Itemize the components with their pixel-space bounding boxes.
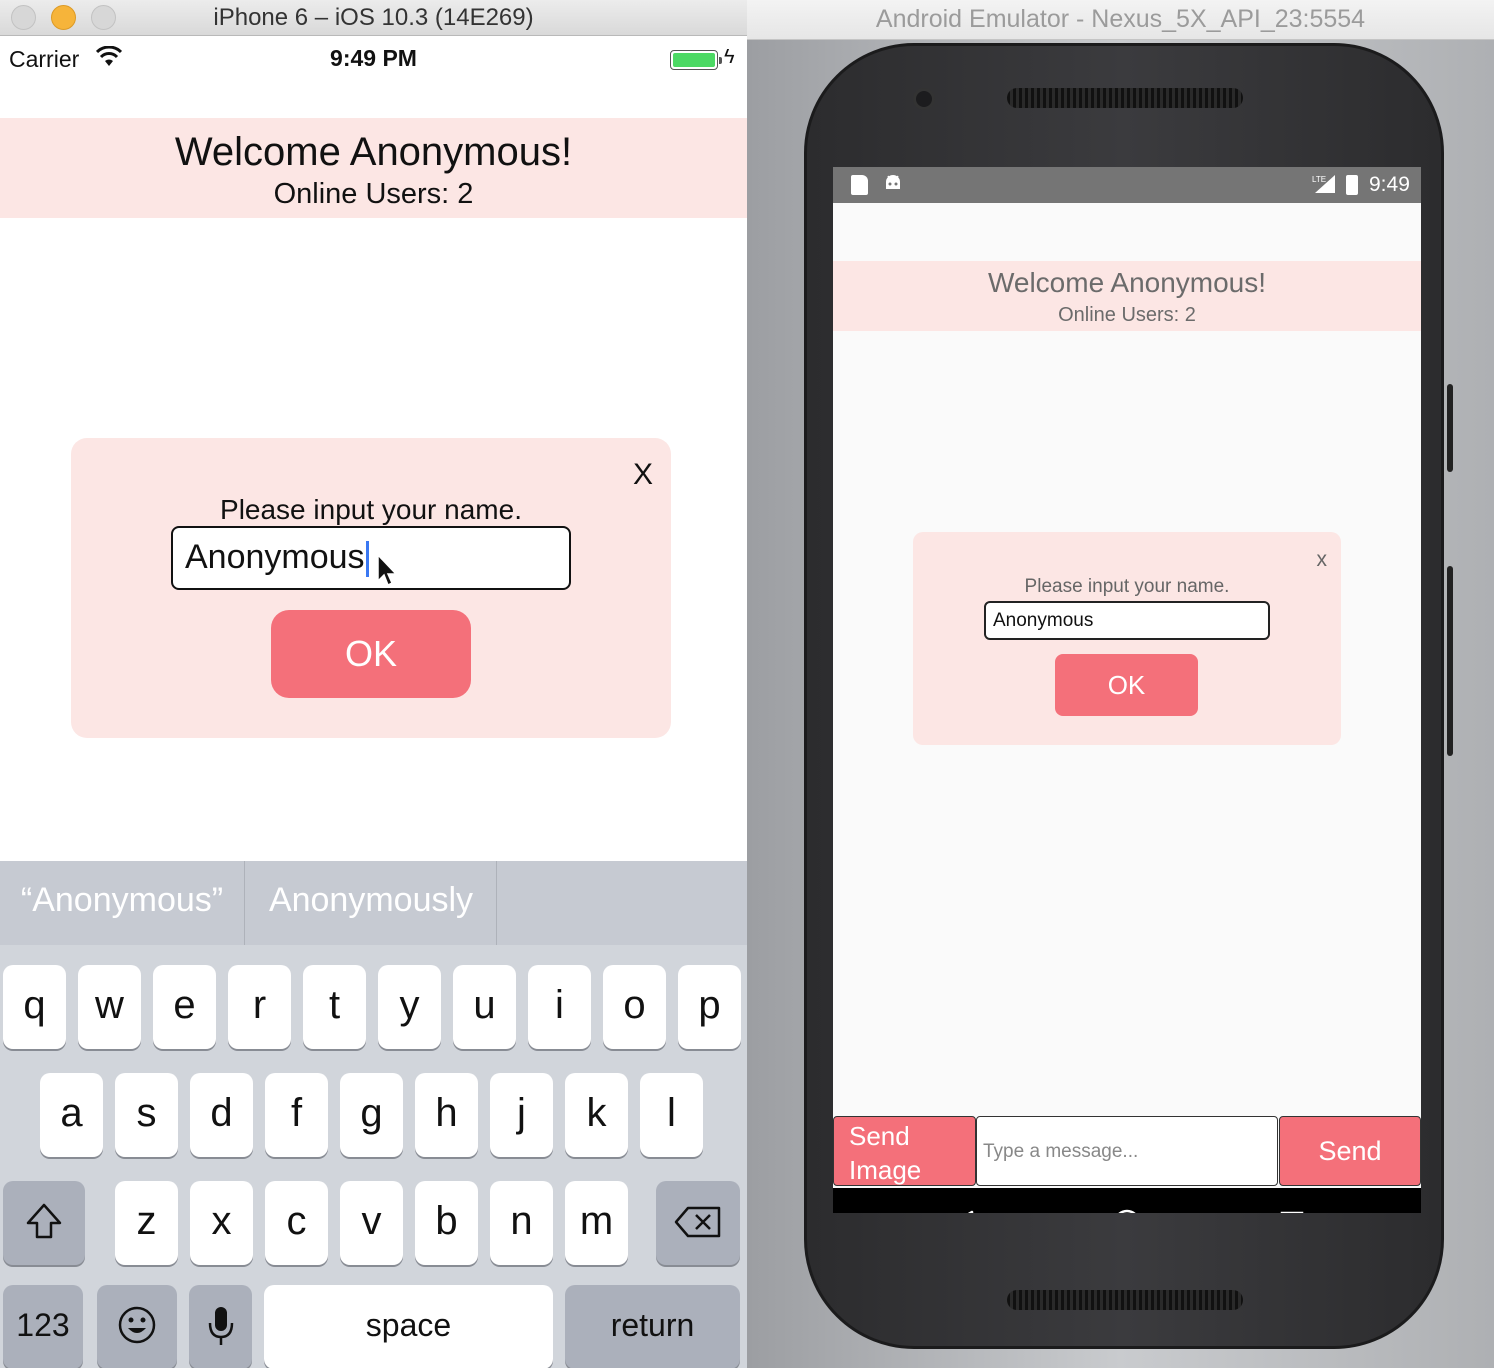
shift-key[interactable] bbox=[3, 1181, 85, 1265]
key-v[interactable]: v bbox=[340, 1181, 403, 1265]
volume-button[interactable] bbox=[1447, 566, 1453, 756]
key-y[interactable]: y bbox=[378, 965, 441, 1049]
ok-button[interactable]: OK bbox=[271, 610, 471, 698]
power-button[interactable] bbox=[1447, 384, 1453, 472]
key-b[interactable]: b bbox=[415, 1181, 478, 1265]
android-status-bar: LTE 9:49 bbox=[833, 167, 1421, 203]
name-prompt: Please input your name. bbox=[220, 494, 522, 525]
key-z[interactable]: z bbox=[115, 1181, 178, 1265]
emoji-icon bbox=[118, 1306, 156, 1344]
message-composer: Send Image Type a message... Send bbox=[833, 1116, 1421, 1186]
ios-window-titlebar: iPhone 6 – iOS 10.3 (14E269) bbox=[0, 0, 747, 36]
online-users-text: Online Users: 2 bbox=[1058, 304, 1196, 326]
key-d[interactable]: d bbox=[190, 1073, 253, 1157]
key-r[interactable]: r bbox=[228, 965, 291, 1049]
android-navigation-bar bbox=[833, 1188, 1421, 1213]
key-h[interactable]: h bbox=[415, 1073, 478, 1157]
dictation-key[interactable] bbox=[189, 1285, 252, 1368]
welcome-header: Welcome Anonymous! Online Users: 2 bbox=[833, 261, 1421, 331]
return-key[interactable]: return bbox=[565, 1285, 740, 1368]
android-debug-icon bbox=[883, 173, 903, 199]
mouse-pointer-icon bbox=[377, 553, 398, 587]
welcome-header: Welcome Anonymous! Online Users: 2 bbox=[0, 118, 747, 218]
key-q[interactable]: q bbox=[3, 965, 66, 1049]
front-camera bbox=[913, 88, 935, 110]
android-battery-icon bbox=[1346, 175, 1358, 195]
key-n[interactable]: n bbox=[490, 1181, 553, 1265]
welcome-text: Welcome Anonymous! bbox=[987, 267, 1267, 298]
key-x[interactable]: x bbox=[190, 1181, 253, 1265]
key-l[interactable]: l bbox=[640, 1073, 703, 1157]
name-field[interactable]: Anonymous bbox=[984, 601, 1270, 640]
key-c[interactable]: c bbox=[265, 1181, 328, 1265]
backspace-icon bbox=[674, 1206, 721, 1238]
battery-icon bbox=[670, 50, 722, 70]
top-speaker-grille bbox=[1007, 88, 1243, 108]
nexus-device-frame: LTE 9:49 Welcome Anonymous! Online Users… bbox=[804, 43, 1453, 1349]
key-e[interactable]: e bbox=[153, 965, 216, 1049]
numbers-key[interactable]: 123 bbox=[3, 1285, 83, 1368]
recents-icon[interactable] bbox=[1279, 1210, 1305, 1213]
android-emulator-window: Android Emulator - Nexus_5X_API_23:5554 … bbox=[747, 0, 1494, 1368]
welcome-text: Welcome Anonymous! bbox=[174, 130, 573, 174]
message-input[interactable]: Type a message... bbox=[976, 1116, 1278, 1186]
svg-text:LTE: LTE bbox=[1312, 175, 1326, 184]
key-o[interactable]: o bbox=[603, 965, 666, 1049]
text-caret bbox=[365, 541, 369, 578]
sd-card-icon bbox=[851, 175, 868, 195]
suggestion-item[interactable]: Anonymously bbox=[245, 861, 497, 945]
space-key[interactable]: space bbox=[264, 1285, 553, 1368]
key-t[interactable]: t bbox=[303, 965, 366, 1049]
android-screen: LTE 9:49 Welcome Anonymous! Online Users… bbox=[833, 167, 1421, 1213]
key-s[interactable]: s bbox=[115, 1073, 178, 1157]
key-i[interactable]: i bbox=[528, 965, 591, 1049]
ios-clock: 9:49 PM bbox=[330, 45, 417, 71]
shift-icon bbox=[26, 1203, 62, 1239]
suggestion-item[interactable]: “Anonymous” bbox=[0, 861, 244, 945]
key-p[interactable]: p bbox=[678, 965, 741, 1049]
charging-icon: ϟ bbox=[724, 46, 735, 68]
ios-window-title: iPhone 6 – iOS 10.3 (14E269) bbox=[213, 4, 534, 31]
ios-simulator-window: iPhone 6 – iOS 10.3 (14E269) Carrier 9:4… bbox=[0, 0, 747, 1368]
backspace-key[interactable] bbox=[656, 1181, 740, 1265]
modal-close-button[interactable]: x bbox=[1317, 548, 1328, 572]
ok-button[interactable]: OK bbox=[1055, 654, 1198, 716]
key-g[interactable]: g bbox=[340, 1073, 403, 1157]
online-users-text: Online Users: 2 bbox=[273, 178, 474, 210]
key-w[interactable]: w bbox=[78, 965, 141, 1049]
ios-status-bar: Carrier 9:49 PM ϟ bbox=[0, 36, 747, 82]
name-field[interactable]: Anonymous bbox=[171, 526, 571, 590]
suggestion-bar: “Anonymous” Anonymously bbox=[0, 861, 747, 945]
key-m[interactable]: m bbox=[565, 1181, 628, 1265]
key-f[interactable]: f bbox=[265, 1073, 328, 1157]
android-window-titlebar: Android Emulator - Nexus_5X_API_23:5554 bbox=[747, 0, 1494, 40]
android-clock: 9:49 bbox=[1369, 173, 1410, 196]
name-field-value: Anonymous bbox=[185, 538, 365, 576]
key-a[interactable]: a bbox=[40, 1073, 103, 1157]
key-k[interactable]: k bbox=[565, 1073, 628, 1157]
ios-keyboard: “Anonymous” Anonymously q w e r t y u i … bbox=[0, 861, 747, 1368]
name-input-modal: X Please input your name. Anonymous OK bbox=[71, 438, 671, 738]
lte-signal-icon: LTE bbox=[1311, 173, 1337, 200]
back-icon[interactable] bbox=[947, 1209, 977, 1213]
bottom-speaker-grille bbox=[1007, 1290, 1243, 1310]
home-icon[interactable] bbox=[1112, 1208, 1142, 1213]
modal-close-button[interactable]: X bbox=[633, 458, 653, 492]
name-input-modal: x Please input your name. Anonymous OK bbox=[913, 532, 1341, 745]
emoji-key[interactable] bbox=[97, 1285, 177, 1368]
microphone-icon bbox=[208, 1307, 233, 1345]
android-window-title: Android Emulator - Nexus_5X_API_23:5554 bbox=[875, 5, 1366, 33]
name-prompt: Please input your name. bbox=[1024, 576, 1230, 597]
send-button[interactable]: Send bbox=[1279, 1116, 1421, 1186]
send-image-button[interactable]: Send Image bbox=[833, 1116, 976, 1186]
key-j[interactable]: j bbox=[490, 1073, 553, 1157]
key-u[interactable]: u bbox=[453, 965, 516, 1049]
